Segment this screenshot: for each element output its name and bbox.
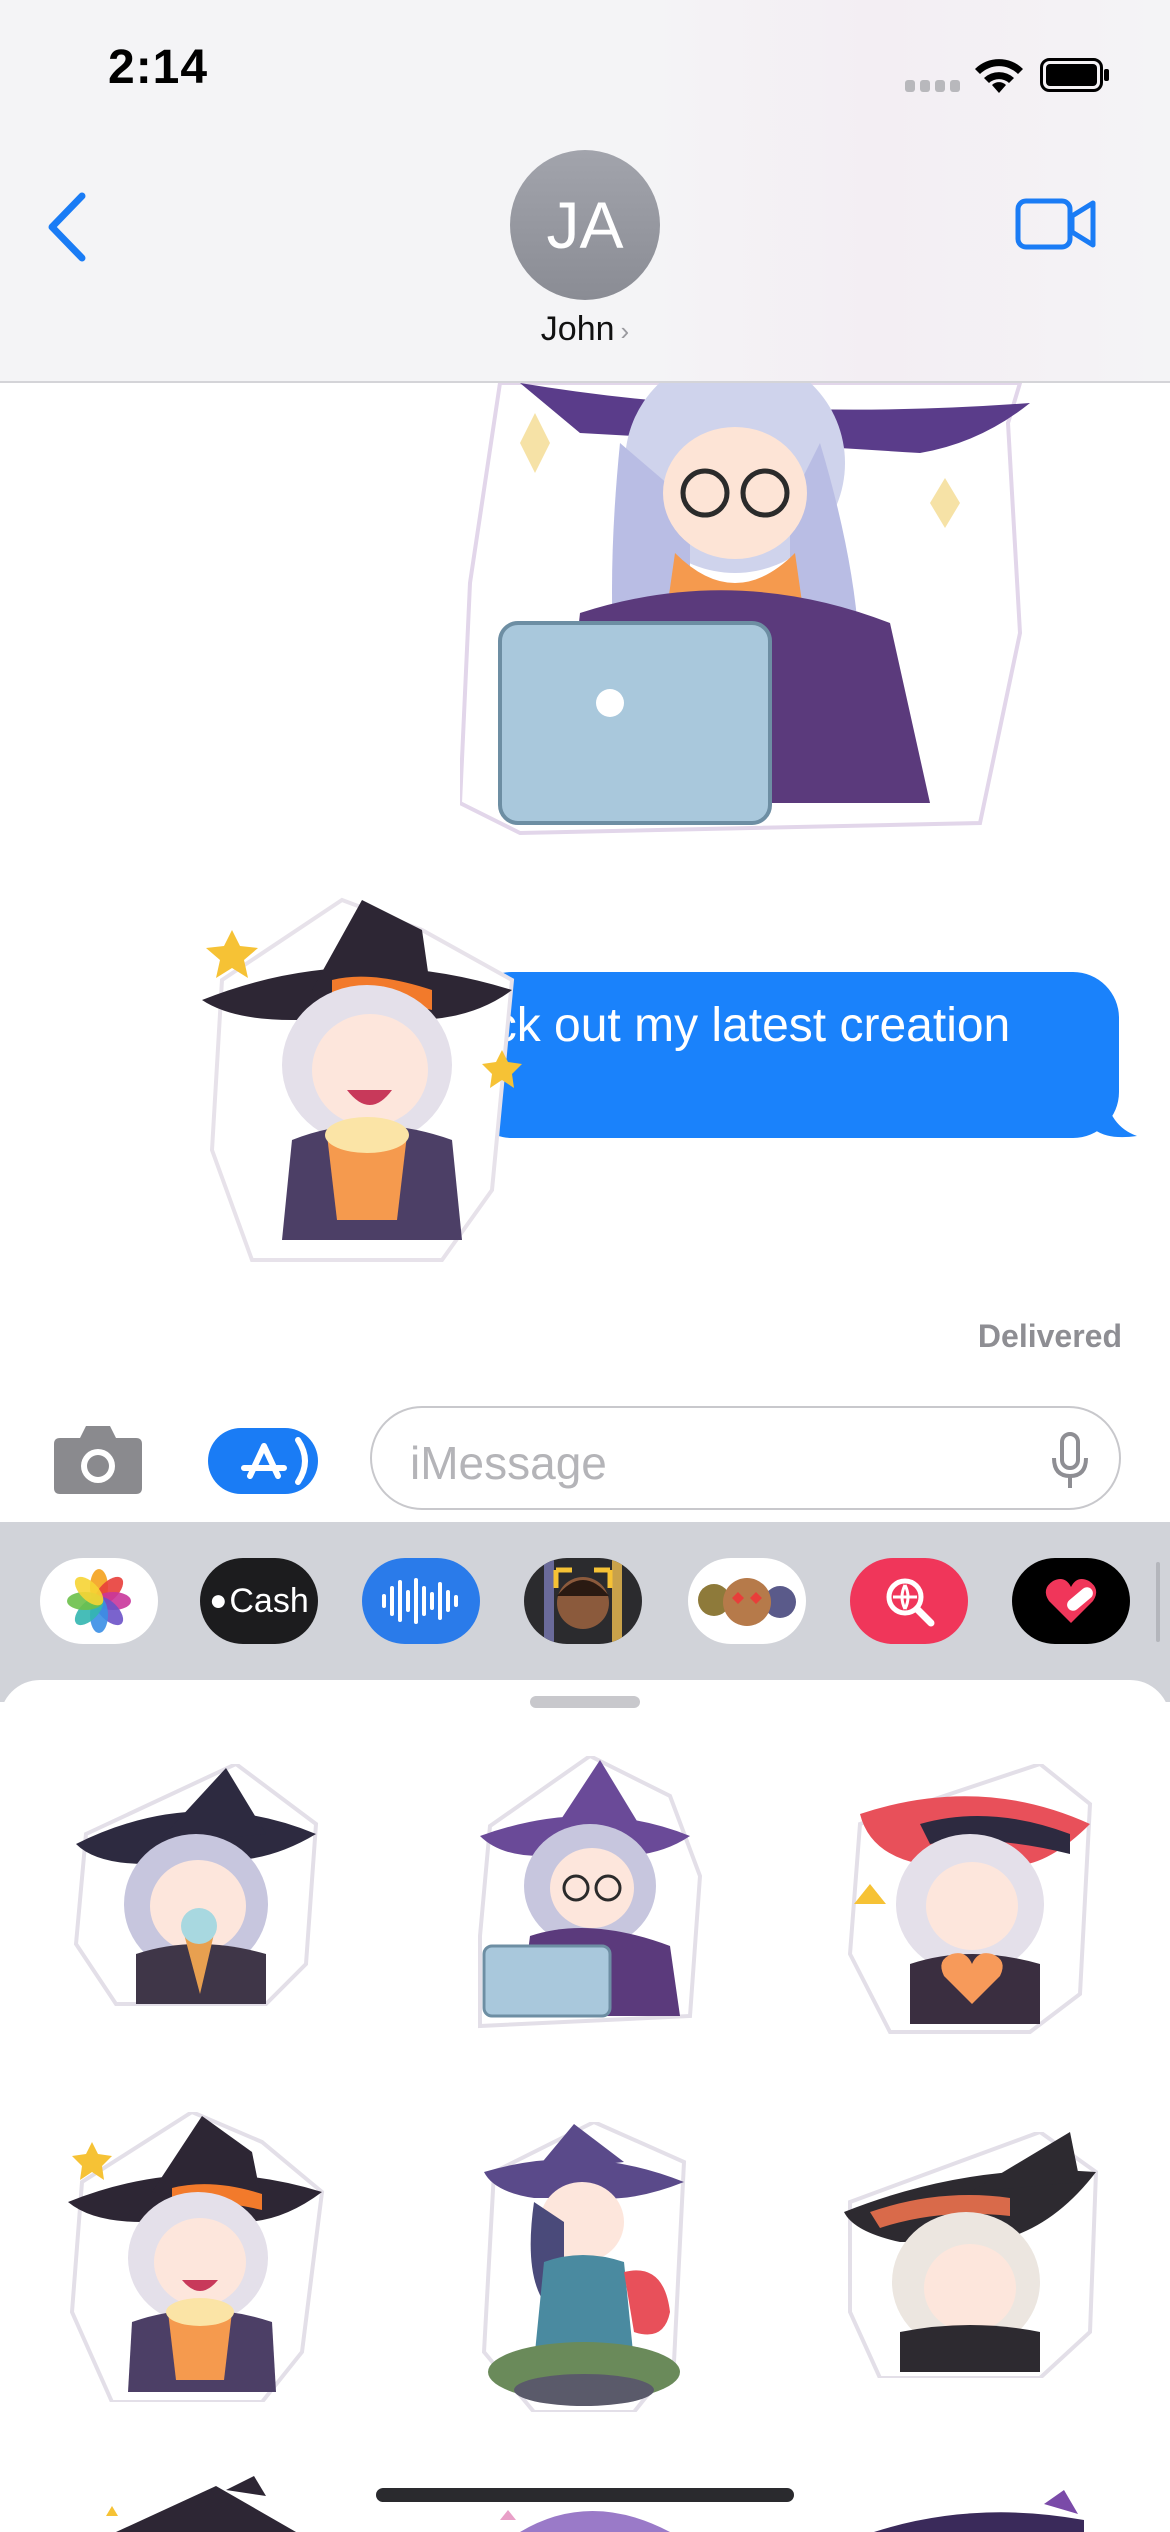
imessage-input-field[interactable]: iMessage: [370, 1406, 1121, 1510]
photos-app-icon: [67, 1569, 131, 1633]
sticker-witch-heart[interactable]: [840, 1764, 1100, 2034]
sticker-witch-popcorn[interactable]: [62, 2112, 328, 2402]
app-drawer-scroll-indicator: [1156, 1562, 1160, 1642]
image-search-app-button[interactable]: [850, 1558, 968, 1644]
message-text-line-1: eck out my latest creation: [466, 999, 1011, 1052]
apple-cash-app-button[interactable]: ● Cash: [200, 1558, 318, 1644]
digital-touch-heart-icon: [1045, 1579, 1097, 1623]
sticker-witch-laptop[interactable]: [470, 1756, 704, 2032]
memoji-stickers-app-button[interactable]: [688, 1558, 806, 1644]
delivered-status: Delivered: [977, 1318, 1122, 1354]
panel-grabber[interactable]: [530, 1696, 640, 1708]
contact-name: John: [540, 310, 615, 348]
image-search-icon: [886, 1578, 935, 1627]
battery-icon: [1040, 58, 1109, 92]
sticker-panel: [0, 1680, 1170, 2532]
imessage-app-drawer: ● Cash: [0, 1522, 1170, 1702]
app-store-icon: [241, 1437, 308, 1485]
sticker-witch-standing[interactable]: [474, 2122, 696, 2412]
facetime-video-icon[interactable]: [1015, 196, 1097, 252]
contact-name-button[interactable]: John ›: [500, 310, 670, 349]
audio-message-app-button[interactable]: [362, 1558, 480, 1644]
camera-icon[interactable]: [52, 1422, 144, 1496]
memoji-icon: [544, 1558, 622, 1644]
sticker-witch-blonde[interactable]: [840, 2132, 1100, 2378]
memoji-stickers-icon: [698, 1578, 796, 1626]
cellular-signal-icon: [905, 80, 961, 94]
sticker-witch-ice-cream[interactable]: [66, 1764, 332, 2010]
digital-touch-app-button[interactable]: [1012, 1558, 1130, 1644]
sticker-witch-row3-left[interactable]: [96, 2476, 306, 2532]
sticker-witch-row3-right[interactable]: [864, 2490, 1094, 2532]
microphone-icon[interactable]: [1051, 1432, 1089, 1490]
photos-app-button[interactable]: [40, 1558, 158, 1644]
apple-cash-label: Cash: [229, 1581, 309, 1620]
wifi-icon: [975, 59, 1023, 93]
status-time: 2:14: [108, 41, 209, 94]
placed-sticker-witch-popcorn[interactable]: [192, 890, 528, 1266]
apple-cash-icon: ●: [209, 1584, 228, 1617]
audio-waveform-icon: [382, 1578, 458, 1624]
sent-message-bubble[interactable]: eck out my latest creation e: [466, 972, 1119, 1138]
app-store-button[interactable]: [208, 1428, 318, 1494]
home-indicator[interactable]: [376, 2488, 794, 2502]
memoji-app-button[interactable]: [524, 1558, 642, 1644]
imessage-placeholder: iMessage: [410, 1437, 607, 1489]
contact-chevron-icon: ›: [620, 316, 630, 346]
conversation-header: 2:14 JA John ›: [0, 0, 1170, 383]
back-chevron-icon[interactable]: [42, 190, 92, 264]
sent-sticker-witch-laptop[interactable]: [460, 383, 1046, 853]
contact-avatar[interactable]: JA: [510, 150, 660, 300]
bubble-tail: [1095, 1092, 1137, 1138]
